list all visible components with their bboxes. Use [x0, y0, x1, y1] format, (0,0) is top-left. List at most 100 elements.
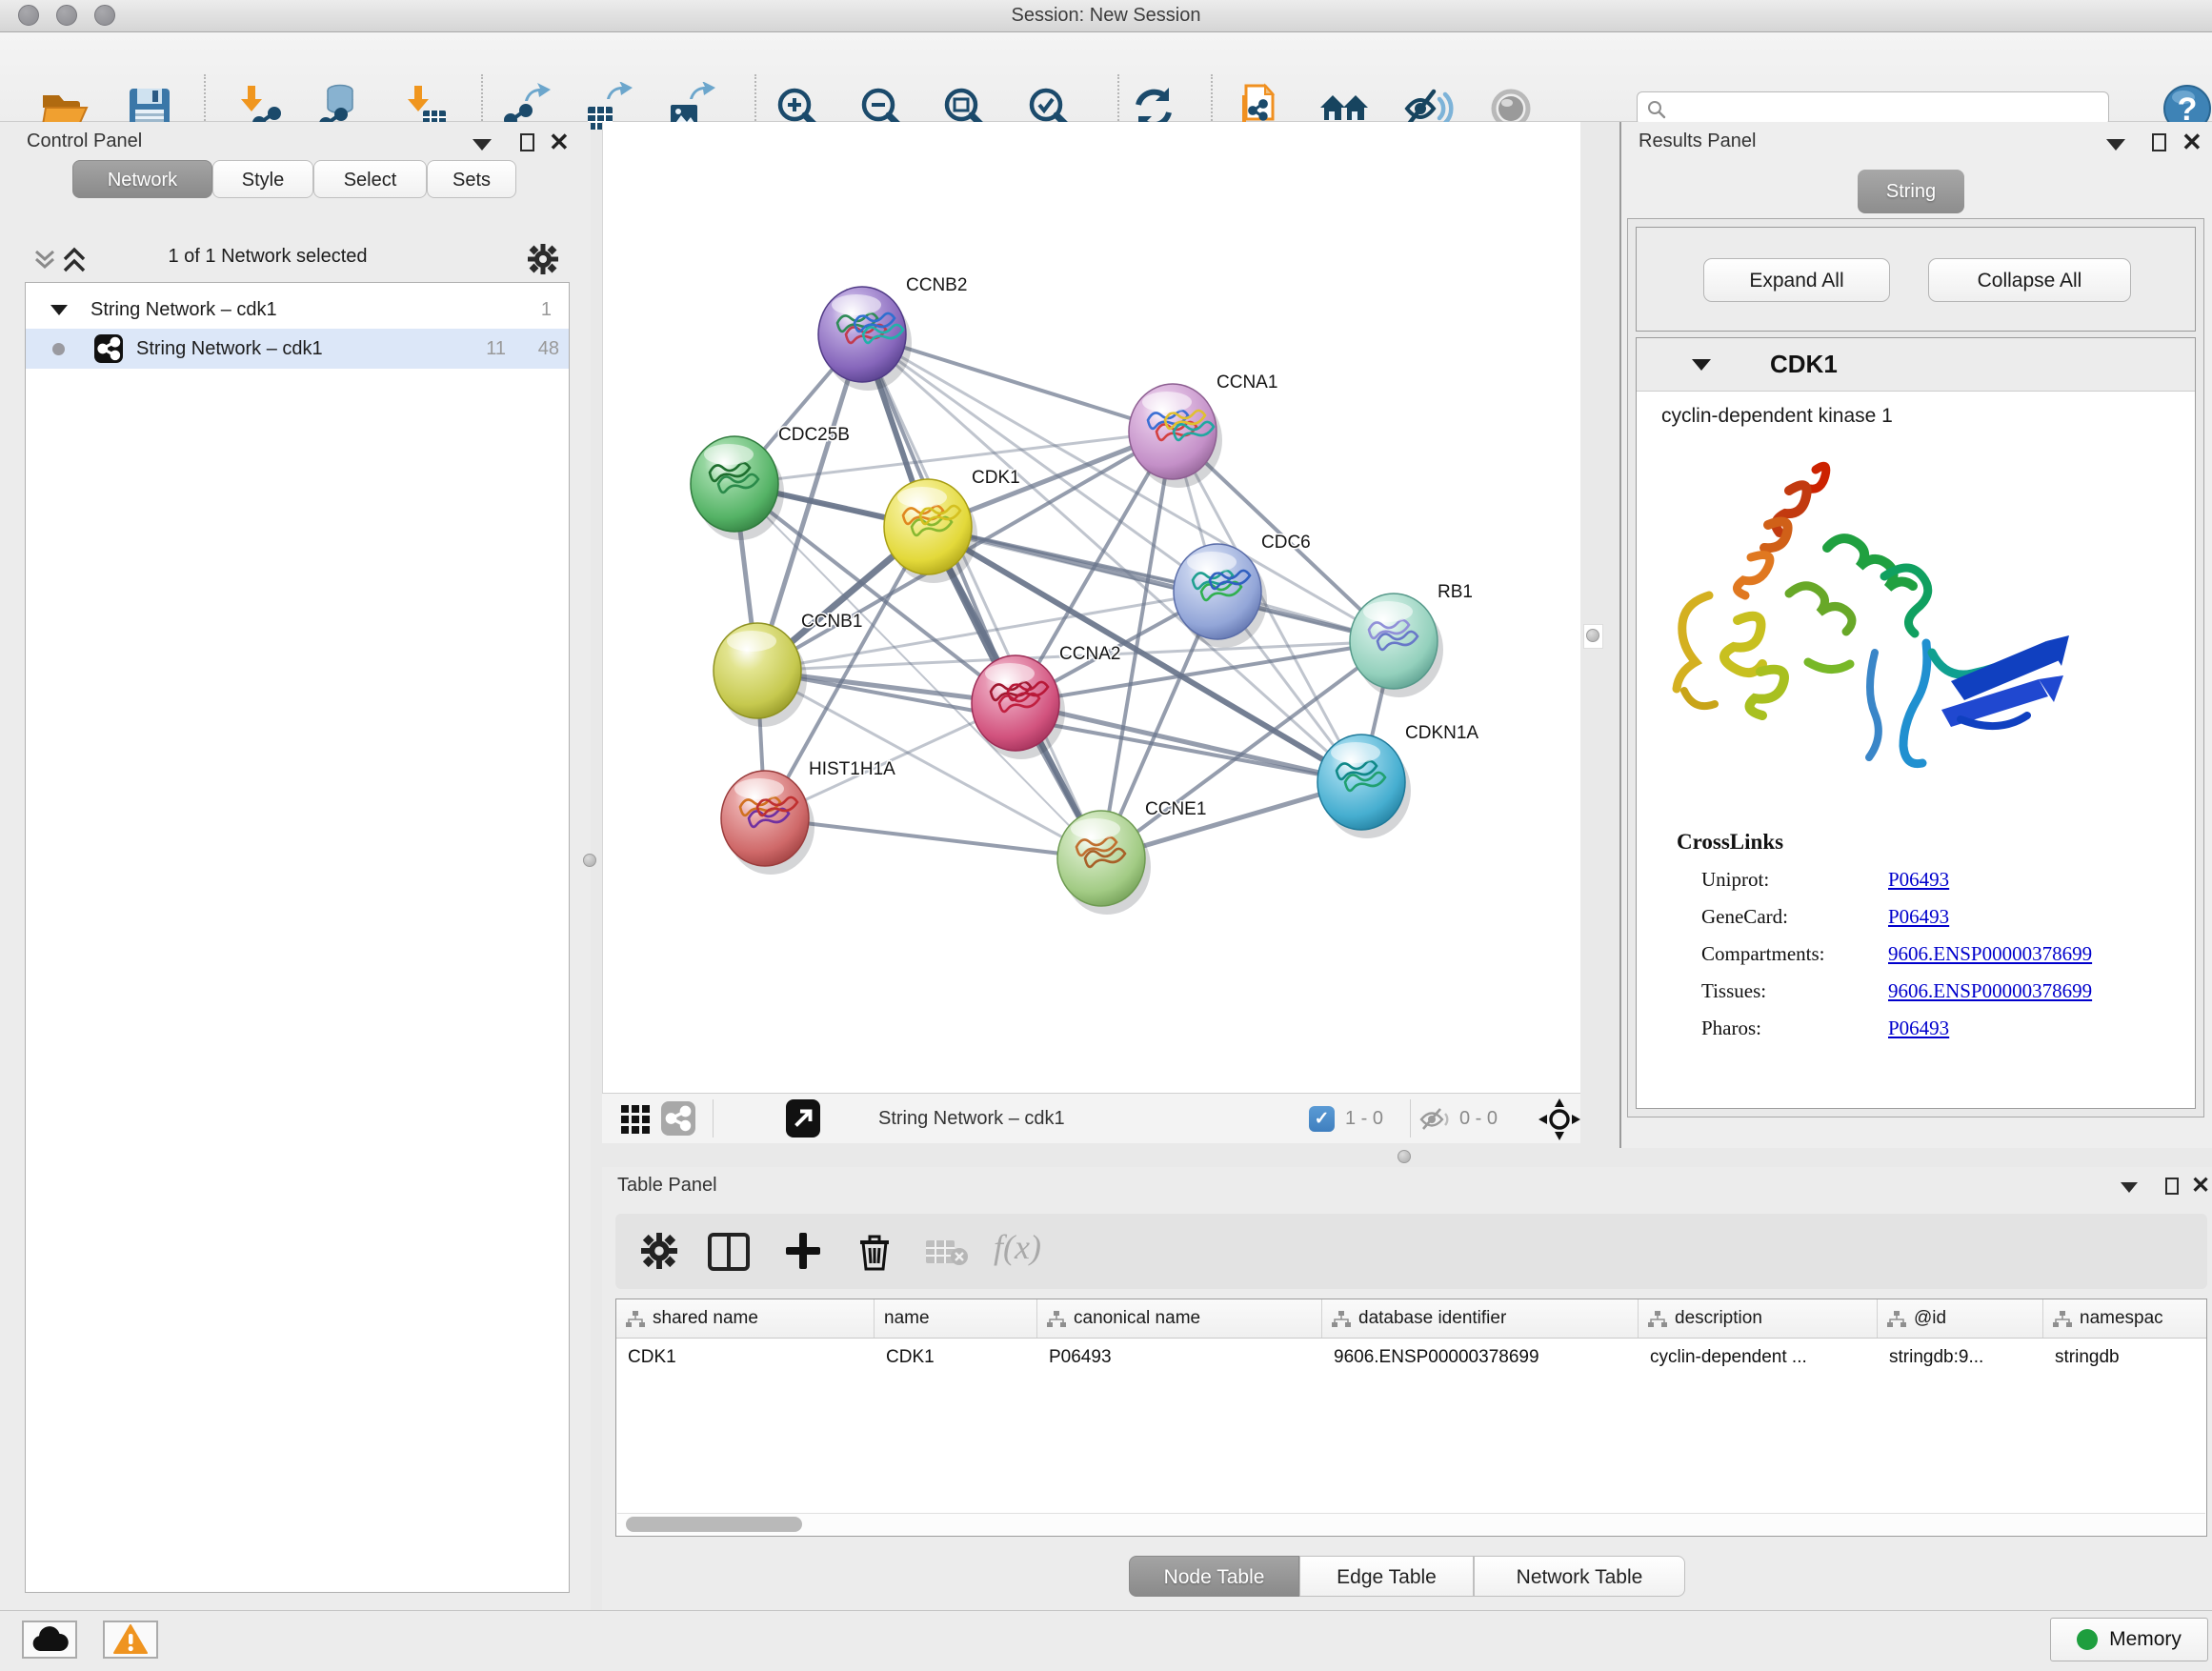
column-header--id[interactable]: @id — [1878, 1299, 2043, 1338]
table-panel-tabs: Node TableEdge TableNetwork Table — [1129, 1556, 1685, 1597]
search-field[interactable] — [1637, 91, 2109, 126]
column-header-label: name — [884, 1308, 930, 1329]
panel-collapse-icon[interactable] — [2106, 139, 2125, 151]
column-header-label: database identifier — [1358, 1308, 1506, 1329]
tab-network-table[interactable]: Network Table — [1474, 1556, 1685, 1597]
network-tree-root-row[interactable]: String Network – cdk1 1 — [26, 291, 569, 329]
tab-style[interactable]: Style — [212, 160, 313, 198]
results-tab-string[interactable]: String — [1858, 170, 1964, 213]
crosslink-row: Pharos:P06493 — [1701, 1017, 2195, 1040]
table-cell[interactable]: 9606.ENSP00000378699 — [1322, 1339, 1639, 1377]
column-header-name[interactable]: name — [875, 1299, 1037, 1338]
panel-float-icon[interactable] — [2152, 133, 2166, 151]
node-label: CCNB2 — [906, 275, 967, 295]
panel-float-icon[interactable] — [2165, 1178, 2179, 1195]
tab-select[interactable]: Select — [313, 160, 427, 198]
delete-column-trash-icon[interactable] — [858, 1233, 891, 1271]
table-options-gear-icon[interactable] — [641, 1233, 677, 1269]
network-options-gear-icon[interactable] — [528, 244, 558, 274]
collection-count: 1 — [541, 291, 552, 329]
panel-collapse-icon[interactable] — [2121, 1182, 2138, 1193]
network-node-CDK1[interactable]: CDK1 — [884, 468, 1020, 583]
delete-table-icon[interactable] — [926, 1238, 970, 1267]
birdseye-navigator-icon[interactable] — [1538, 1098, 1580, 1140]
panel-float-icon[interactable] — [520, 133, 534, 151]
table-row[interactable]: CDK1CDK1P064939606.ENSP00000378699cyclin… — [616, 1339, 2206, 1377]
network-node-CCNA1[interactable]: CCNA1 — [1129, 372, 1277, 488]
table-horizontal-scrollbar[interactable] — [617, 1513, 2205, 1535]
expand-all-button[interactable]: Expand All — [1703, 258, 1890, 302]
column-header-canonical-name[interactable]: canonical name — [1037, 1299, 1322, 1338]
network-selection-status: 1 of 1 Network selected — [25, 246, 511, 268]
network-canvas[interactable]: CCNB2CCNA1CDC25BCDK1CDC6RB1CCNB1CCNA2CDK… — [602, 122, 1580, 1093]
status-bar: Memory — [0, 1610, 2212, 1671]
bottom-splitter-handle[interactable] — [1398, 1150, 1411, 1163]
panel-close-icon[interactable]: ✕ — [2182, 128, 2202, 157]
table-cell[interactable]: CDK1 — [616, 1339, 875, 1377]
tab-sets[interactable]: Sets — [427, 160, 516, 198]
crosslink-link[interactable]: P06493 — [1888, 868, 1949, 891]
control-panel: Control Panel ✕ NetworkStyleSelectSets 1… — [0, 122, 591, 1610]
table-cell[interactable]: stringdb — [2043, 1339, 2207, 1377]
table-cell[interactable]: cyclin-dependent ... — [1639, 1339, 1878, 1377]
crosslink-link[interactable]: P06493 — [1888, 905, 1949, 928]
tree-expander-icon[interactable] — [50, 305, 68, 315]
right-splitter-handle[interactable] — [1586, 629, 1599, 642]
network-node-CDC6[interactable]: CDC6 — [1174, 533, 1311, 648]
selected-nodes-checkbox-icon[interactable]: ✓ — [1309, 1106, 1335, 1132]
node-label: CDK1 — [972, 468, 1020, 488]
tab-edge-table[interactable]: Edge Table — [1299, 1556, 1474, 1597]
panel-collapse-icon[interactable] — [473, 139, 492, 151]
tab-network[interactable]: Network — [72, 160, 212, 198]
node-table[interactable]: shared name name canonical name database id… — [615, 1299, 2207, 1537]
panel-close-icon[interactable]: ✕ — [2191, 1172, 2210, 1199]
crosslink-link[interactable]: 9606.ENSP00000378699 — [1888, 942, 2092, 965]
warning-icon — [113, 1624, 148, 1655]
network-node-CCNA2[interactable]: CCNA2 — [972, 644, 1120, 759]
section-expander-icon[interactable] — [1692, 359, 1711, 371]
gene-section-header[interactable]: CDK1 — [1637, 338, 2195, 392]
network-collection-label: String Network – cdk1 — [90, 291, 277, 329]
node-label: CCNA1 — [1217, 372, 1277, 393]
table-cell[interactable]: CDK1 — [875, 1339, 1037, 1377]
left-splitter-handle[interactable] — [583, 854, 596, 867]
open-in-window-icon[interactable] — [786, 1099, 820, 1137]
collapse-all-button[interactable]: Collapse All — [1928, 258, 2131, 302]
warnings-button[interactable] — [103, 1621, 158, 1659]
network-node-CCNB2[interactable]: CCNB2 — [818, 275, 967, 391]
table-panel-title: Table Panel — [617, 1175, 717, 1197]
memory-button[interactable]: Memory — [2050, 1618, 2208, 1661]
network-node-RB1[interactable]: RB1 — [1350, 582, 1473, 697]
gene-section: CDK1 cyclin-dependent kinase 1 — [1636, 337, 2196, 1109]
crosslink-link[interactable]: P06493 — [1888, 1017, 1949, 1039]
create-column-plus-icon[interactable] — [786, 1233, 820, 1269]
network-tree-child-row[interactable]: String Network – cdk1 11 48 — [26, 329, 569, 369]
cloud-button[interactable] — [22, 1621, 77, 1659]
panel-close-icon[interactable]: ✕ — [549, 128, 570, 157]
string-network-graph[interactable]: CCNB2CCNA1CDC25BCDK1CDC6RB1CCNB1CCNA2CDK… — [603, 122, 1581, 1093]
right-splitter[interactable] — [1583, 624, 1603, 649]
table-cell[interactable]: stringdb:9... — [1878, 1339, 2043, 1377]
tab-node-table[interactable]: Node Table — [1129, 1556, 1299, 1597]
crosslink-row: Tissues:9606.ENSP00000378699 — [1701, 979, 2195, 1003]
network-node-CCNB1[interactable]: CCNB1 — [714, 612, 862, 727]
crosslink-link[interactable]: 9606.ENSP00000378699 — [1888, 979, 2092, 1002]
scrollbar-thumb[interactable] — [626, 1517, 802, 1532]
network-node-HIST1H1A[interactable]: HIST1H1A — [721, 759, 895, 875]
view-share-icon[interactable] — [661, 1101, 695, 1136]
node-label: CCNB1 — [801, 612, 862, 632]
search-input[interactable] — [1672, 94, 2104, 123]
table-cell[interactable]: P06493 — [1037, 1339, 1322, 1377]
column-header-label: canonical name — [1074, 1308, 1200, 1329]
column-header-description[interactable]: description — [1639, 1299, 1878, 1338]
view-grid-icon[interactable] — [621, 1105, 650, 1134]
crosslink-label: Pharos: — [1701, 1017, 1888, 1040]
column-header-database-identifier[interactable]: database identifier — [1322, 1299, 1639, 1338]
column-header-namespac[interactable]: namespac — [2043, 1299, 2207, 1338]
column-header-shared-name[interactable]: shared name — [616, 1299, 875, 1338]
show-columns-icon[interactable] — [708, 1233, 750, 1271]
network-node-CCNE1[interactable]: CCNE1 — [1057, 799, 1206, 915]
network-node-CDKN1A[interactable]: CDKN1A — [1317, 723, 1478, 838]
table-panel: Table Panel ✕ f(x) shared name name canoni… — [602, 1167, 2212, 1610]
equation-fx-icon[interactable]: f(x) — [994, 1227, 1041, 1267]
